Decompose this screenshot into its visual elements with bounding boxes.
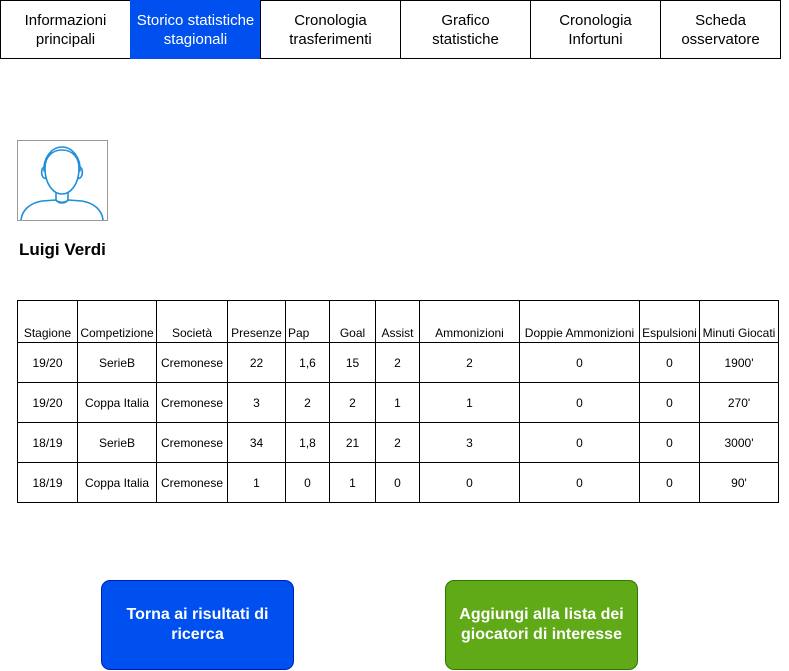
cell-stagione: 18/19 (17, 462, 78, 503)
cell-minuti-giocati: 90' (699, 462, 779, 503)
cell-societa: Cremonese (156, 342, 228, 383)
cell-pap: 2 (285, 382, 330, 423)
cell-societa: Cremonese (156, 462, 228, 503)
col-header-goal: Goal (329, 300, 376, 343)
cell-minuti-giocati: 1900' (699, 342, 779, 383)
cell-societa: Cremonese (156, 422, 228, 463)
cell-minuti-giocati: 270' (699, 382, 779, 423)
cell-presenze: 34 (227, 422, 286, 463)
col-header-assist: Assist (375, 300, 420, 343)
cell-presenze: 3 (227, 382, 286, 423)
cell-doppie-ammonizioni: 0 (519, 382, 640, 423)
col-header-ammonizioni: Ammonizioni (419, 300, 520, 343)
cell-espulsioni: 0 (639, 342, 700, 383)
cell-espulsioni: 0 (639, 382, 700, 423)
col-header-espulsioni: Espulsioni (639, 300, 700, 343)
cell-assist: 0 (375, 462, 420, 503)
tab-label: Cronologia trasferimenti (289, 11, 372, 48)
player-avatar (17, 140, 108, 221)
cell-ammonizioni: 2 (419, 342, 520, 383)
player-name: Luigi Verdi (19, 240, 106, 259)
tab-cronologia-trasferimenti[interactable]: Cronologia trasferimenti (260, 0, 401, 59)
cell-presenze: 22 (227, 342, 286, 383)
cell-stagione: 19/20 (17, 342, 78, 383)
tab-informazioni-principali[interactable]: Informazioni principali (0, 0, 131, 59)
cell-presenze: 1 (227, 462, 286, 503)
col-header-presenze: Presenze (227, 300, 286, 343)
col-header-minuti-giocati: Minuti Giocati (699, 300, 779, 343)
cell-ammonizioni: 1 (419, 382, 520, 423)
back-to-results-label: Torna ai risultati di ricerca (126, 606, 269, 643)
cell-espulsioni: 0 (639, 462, 700, 503)
cell-goal: 15 (329, 342, 376, 383)
cell-assist: 2 (375, 342, 420, 383)
add-to-interest-list-label: Aggiungi alla lista dei giocatori di int… (459, 606, 624, 643)
cell-competizione: Coppa Italia (77, 382, 157, 423)
cell-doppie-ammonizioni: 0 (519, 422, 640, 463)
col-header-stagione: Stagione (17, 300, 78, 343)
cell-doppie-ammonizioni: 0 (519, 462, 640, 503)
col-header-competizione: Competizione (77, 300, 157, 343)
user-avatar-icon (20, 146, 104, 221)
cell-societa: Cremonese (156, 382, 228, 423)
cell-competizione: SerieB (77, 342, 157, 383)
tab-label: Cronologia Infortuni (559, 11, 632, 48)
table-row: 18/19 SerieB Cremonese 34 1,8 21 2 3 0 0… (17, 422, 779, 463)
cell-goal: 21 (329, 422, 376, 463)
table-row: 19/20 SerieB Cremonese 22 1,6 15 2 2 0 0… (17, 342, 779, 383)
cell-pap: 1,8 (285, 422, 330, 463)
cell-stagione: 18/19 (17, 422, 78, 463)
tab-scheda-osservatore[interactable]: Scheda osservatore (660, 0, 781, 59)
table-header-row: Stagione Competizione Società Presenze P… (17, 300, 779, 343)
cell-assist: 1 (375, 382, 420, 423)
tab-grafico-statistiche[interactable]: Grafico statistiche (400, 0, 531, 59)
cell-minuti-giocati: 3000' (699, 422, 779, 463)
cell-assist: 2 (375, 422, 420, 463)
tab-label: Storico statistiche stagionali (136, 11, 255, 48)
cell-pap: 0 (285, 462, 330, 503)
col-header-societa: Società (156, 300, 228, 343)
back-to-results-button[interactable]: Torna ai risultati di ricerca (101, 580, 294, 670)
tab-storico-statistiche[interactable]: Storico statistiche stagionali (130, 0, 261, 59)
cell-competizione: Coppa Italia (77, 462, 157, 503)
cell-espulsioni: 0 (639, 422, 700, 463)
cell-competizione: SerieB (77, 422, 157, 463)
table-row: 19/20 Coppa Italia Cremonese 3 2 2 1 1 0… (17, 382, 779, 423)
cell-goal: 1 (329, 462, 376, 503)
cell-ammonizioni: 0 (419, 462, 520, 503)
col-header-doppie-ammonizioni: Doppie Ammonizioni (519, 300, 640, 343)
cell-goal: 2 (329, 382, 376, 423)
table-row: 18/19 Coppa Italia Cremonese 1 0 1 0 0 0… (17, 462, 779, 503)
stats-table: Stagione Competizione Società Presenze P… (17, 300, 779, 503)
cell-pap: 1,6 (285, 342, 330, 383)
tab-label: Informazioni principali (24, 11, 107, 48)
tab-cronologia-infortuni[interactable]: Cronologia Infortuni (530, 0, 661, 59)
col-header-pap: Pap (285, 300, 330, 343)
tab-label: Grafico statistiche (432, 11, 499, 48)
cell-doppie-ammonizioni: 0 (519, 342, 640, 383)
tab-label: Scheda osservatore (681, 11, 760, 48)
add-to-interest-list-button[interactable]: Aggiungi alla lista dei giocatori di int… (445, 580, 638, 670)
cell-ammonizioni: 3 (419, 422, 520, 463)
cell-stagione: 19/20 (17, 382, 78, 423)
